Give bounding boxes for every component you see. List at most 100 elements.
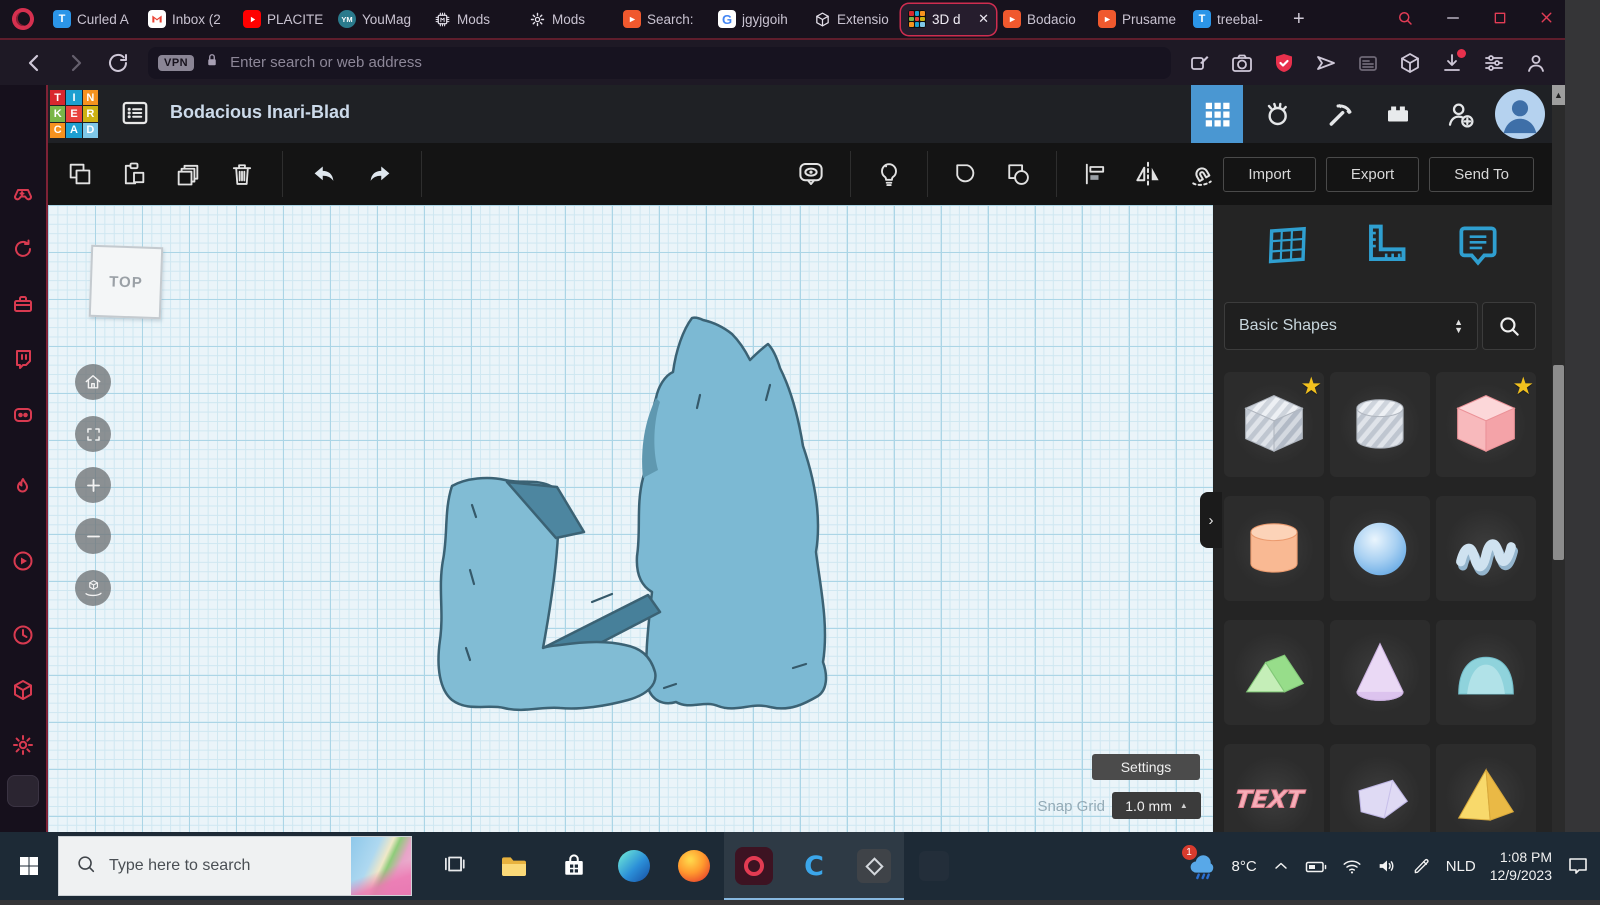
temperature-label[interactable]: 8°C [1232, 858, 1257, 875]
header-grid9-button[interactable] [1191, 85, 1243, 143]
view-cube[interactable]: TOP [89, 245, 163, 319]
zoom-out-button[interactable] [75, 518, 111, 554]
tinkercad-logo[interactable]: TINKERCAD [50, 90, 98, 138]
home-button[interactable] [75, 364, 111, 400]
browser-tab[interactable]: Mods [521, 4, 616, 35]
browser-tab[interactable]: Bodacio [996, 4, 1091, 35]
send-button[interactable] [1311, 48, 1341, 78]
workplane-button[interactable] [1263, 219, 1315, 271]
maximize-button[interactable] [1492, 10, 1508, 31]
taskbar-hidden-app-button[interactable] [904, 832, 964, 900]
mirror-button[interactable] [1133, 159, 1163, 189]
copy-button[interactable] [66, 160, 94, 188]
pen-icon[interactable] [1411, 856, 1432, 877]
start-button[interactable] [0, 832, 58, 900]
taskbar-firefox-button[interactable] [664, 832, 724, 900]
person-button[interactable] [1521, 48, 1551, 78]
show-all-button[interactable] [796, 159, 826, 189]
perspective-button[interactable] [75, 570, 111, 606]
browser-tab[interactable]: Search: [616, 4, 711, 35]
header-pickaxe-button[interactable] [1314, 85, 1366, 143]
shape-box-hole[interactable]: ★ [1224, 372, 1324, 477]
download-button[interactable] [1437, 48, 1467, 78]
design-title[interactable]: Bodacious Inari-Blad [170, 102, 350, 123]
language-indicator[interactable]: NLD [1446, 858, 1476, 875]
new-tab-button[interactable]: + [1281, 8, 1317, 31]
reload-button[interactable] [102, 47, 134, 79]
sidebar-cube3d-icon[interactable] [0, 678, 46, 702]
notes-button[interactable] [1453, 219, 1503, 271]
browser-tab[interactable]: TCurled A [46, 4, 141, 35]
star-icon[interactable]: ★ [1512, 372, 1534, 401]
panel-collapse-button[interactable]: › [1200, 492, 1222, 548]
sidebar-flame-icon[interactable] [0, 476, 46, 500]
pinned-site-tile[interactable] [0, 775, 46, 807]
cube-button[interactable] [1395, 48, 1425, 78]
shape-round-roof[interactable] [1436, 620, 1536, 725]
chevron-up-icon[interactable] [1271, 856, 1291, 876]
duplicate-button[interactable] [174, 160, 202, 188]
volume-icon[interactable] [1376, 855, 1398, 877]
tab-close-icon[interactable]: ✕ [976, 11, 989, 27]
tune-button[interactable] [1479, 48, 1509, 78]
weather-icon[interactable]: 1 [1186, 850, 1218, 882]
wifi-icon[interactable] [1341, 855, 1363, 877]
shape-sphere[interactable] [1330, 496, 1430, 601]
grid-settings-button[interactable]: Settings [1092, 754, 1200, 780]
solid-button[interactable] [952, 160, 980, 188]
shape-category-select[interactable]: Basic Shapes ▲▼ [1224, 302, 1478, 350]
export-button[interactable]: Export [1326, 157, 1419, 192]
taskbar-opera-gx-button[interactable] [724, 832, 784, 900]
action-center-icon[interactable] [1566, 854, 1590, 878]
shape-cylinder[interactable] [1224, 496, 1324, 601]
sidebar-twitch-icon[interactable] [0, 347, 46, 371]
header-brick-button[interactable] [1372, 85, 1424, 143]
browser-tab[interactable]: Gjgyjgoih [711, 4, 806, 35]
page-scrollbar[interactable]: ▲ [1552, 85, 1565, 832]
sidebar-gx-corner-icon[interactable] [0, 182, 46, 206]
shape-scribble[interactable] [1436, 496, 1536, 601]
star-icon[interactable]: ★ [1300, 372, 1322, 401]
scrollbar-thumb[interactable] [1553, 365, 1564, 560]
taskbar-search[interactable]: Type here to search [58, 836, 412, 896]
sidebar-history-icon[interactable] [0, 623, 46, 647]
ruler-button[interactable] [1358, 219, 1410, 271]
browser-tab[interactable]: Extensio [806, 4, 901, 35]
delete-button[interactable] [228, 160, 256, 188]
battery-icon[interactable] [1304, 854, 1328, 878]
browser-tab[interactable]: Mods [426, 4, 521, 35]
avatar[interactable] [1495, 89, 1545, 139]
shield-button[interactable] [1269, 48, 1299, 78]
address-bar[interactable]: VPN Enter search or web address [148, 47, 1171, 79]
forward-button[interactable] [60, 47, 92, 79]
header-invite-button[interactable] [1434, 85, 1486, 143]
sidebar-refresh-icon[interactable] [0, 237, 46, 261]
taskbar-ms-store-button[interactable] [544, 832, 604, 900]
scroll-up-icon[interactable]: ▲ [1552, 85, 1565, 105]
model-cat[interactable] [48, 205, 1213, 832]
shape-pyramid[interactable] [1436, 744, 1536, 832]
back-button[interactable] [18, 47, 50, 79]
redo-button[interactable] [365, 159, 395, 189]
taskbar-cura-button[interactable]: C [784, 832, 844, 900]
vpn-badge[interactable]: VPN [158, 55, 194, 71]
minimize-button[interactable] [1444, 9, 1462, 32]
sidebar-player-icon[interactable] [0, 549, 46, 573]
import-button[interactable]: Import [1223, 157, 1316, 192]
zoom-in-button[interactable] [75, 467, 111, 503]
browser-tab[interactable]: YMYouMag [331, 4, 426, 35]
magnet-button[interactable] [1187, 159, 1217, 189]
send-to-button[interactable]: Send To [1429, 157, 1534, 192]
shape-text[interactable]: TEXT [1224, 744, 1324, 832]
taskbar-edge-button[interactable] [604, 832, 664, 900]
search-button[interactable] [1396, 9, 1414, 32]
browser-tab[interactable]: Prusame [1091, 4, 1186, 35]
browser-tab[interactable]: 3D d✕ [901, 4, 996, 35]
paste-button[interactable] [120, 160, 148, 188]
browser-tab[interactable]: Ttreebal- [1186, 4, 1281, 35]
shape-cylinder-hole[interactable] [1330, 372, 1430, 477]
sidebar-gear-icon[interactable] [0, 733, 46, 757]
snap-grid-select[interactable]: 1.0 mm ▲ [1112, 792, 1201, 819]
pin-button[interactable] [1185, 48, 1215, 78]
opera-gx-logo-icon[interactable] [0, 8, 46, 30]
